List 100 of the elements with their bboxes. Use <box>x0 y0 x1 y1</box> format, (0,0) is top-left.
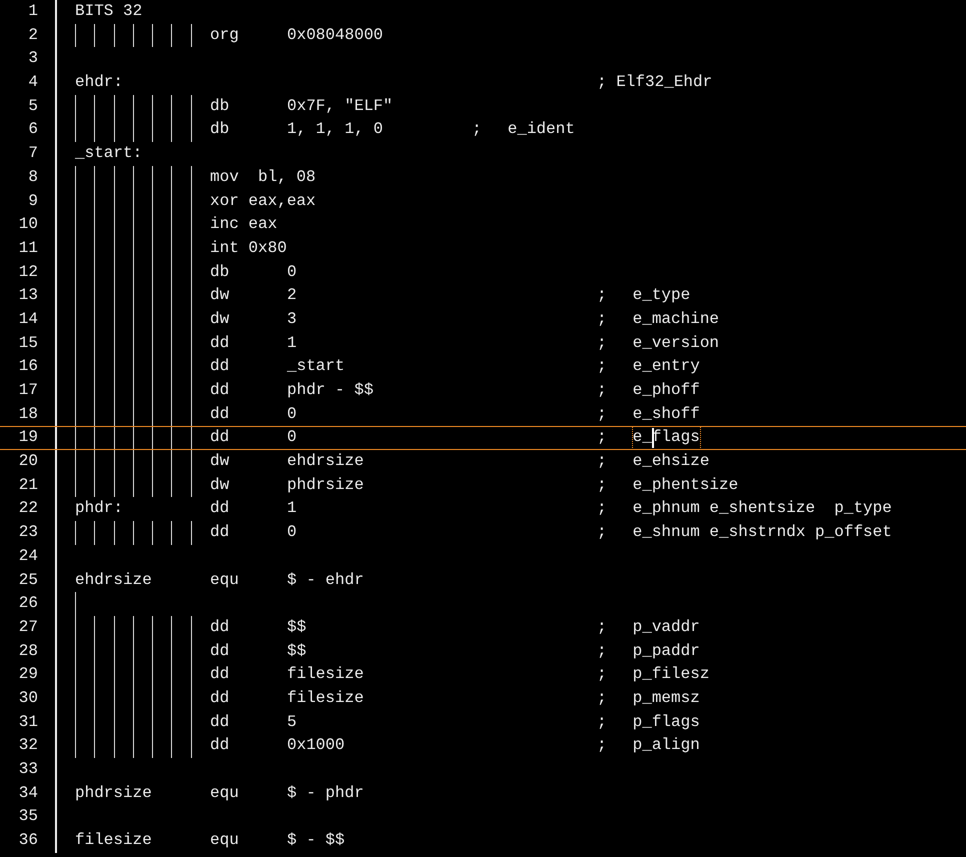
code-operand: 5 <box>287 712 297 731</box>
line-number: 10 <box>18 215 38 234</box>
comment-mark: ; <box>597 404 607 425</box>
code-instruction: org <box>210 26 239 44</box>
comment-mark: ; <box>597 285 607 306</box>
indent-guide <box>75 521 76 545</box>
code-comment: e_shoff <box>632 404 700 425</box>
indent-guide <box>152 24 154 48</box>
line-number: 35 <box>18 807 38 826</box>
line-number: 20 <box>18 452 38 470</box>
code-label: phdr: <box>75 499 124 518</box>
code-comment: e_entry <box>632 356 700 378</box>
code-operand: _start <box>287 357 345 376</box>
line-number: 28 <box>18 642 38 660</box>
code-comment: e_shnum e_shstrndx p_offset <box>632 522 892 544</box>
line-number: 30 <box>18 688 38 707</box>
line-number: 29 <box>18 665 38 684</box>
line-number: 6 <box>28 120 38 138</box>
comment-mark: ; <box>597 664 607 686</box>
code-operand: $$ <box>287 618 306 636</box>
indent-guide <box>132 24 134 48</box>
comment-mark: ; <box>472 119 482 140</box>
code-instruction: dd <box>210 665 230 684</box>
code-operand: phdr - $$ <box>287 381 374 399</box>
code-comment: p_memsz <box>632 688 700 709</box>
code-operand: 0x7F, "ELF" <box>287 96 393 115</box>
line-number: 11 <box>18 238 38 257</box>
code-instruction: dd <box>210 499 230 518</box>
line-number: 32 <box>18 736 38 754</box>
code-operand: filesize <box>287 688 364 707</box>
indent-guide <box>114 24 115 48</box>
code-instruction: dd <box>210 428 230 446</box>
indent-guide <box>132 521 134 545</box>
comment-mark: ; <box>597 308 607 330</box>
line-number: 25 <box>18 570 38 588</box>
code-instruction: dw <box>210 286 230 304</box>
code-comment: e_type <box>632 285 690 306</box>
indent-guide <box>171 521 172 545</box>
line-number: 34 <box>18 784 38 802</box>
code-instruction: dd <box>210 618 230 636</box>
indent-guide <box>114 521 115 545</box>
line-number: 14 <box>18 310 38 328</box>
code-operand: 0x08048000 <box>287 26 384 44</box>
indent-guide <box>75 24 76 48</box>
line-number: 23 <box>18 523 38 542</box>
indent-guide <box>94 24 96 48</box>
code-operand: 0 <box>287 262 297 281</box>
comment-mark: ; <box>597 380 607 401</box>
line-number: 18 <box>18 404 38 423</box>
code-operand: 3 <box>287 310 297 328</box>
comment-mark: ; <box>597 451 607 472</box>
line-number: 19 <box>18 428 38 446</box>
code-instruction: dd <box>210 688 230 707</box>
line-number: 24 <box>18 546 38 565</box>
code-instruction: dd <box>210 712 230 731</box>
code-operand: 1 <box>287 499 297 518</box>
indent-guide <box>171 24 172 48</box>
code-operand: 1 <box>287 334 297 352</box>
comment-mark: ; <box>597 640 607 662</box>
code-instruction: xor eax,eax <box>210 192 316 210</box>
comment-mark: ; <box>597 712 607 733</box>
indent-guide <box>94 521 96 545</box>
code-instruction: dd <box>210 404 230 423</box>
code-instruction: int 0x80 <box>210 238 287 257</box>
code-instruction: dd <box>210 736 230 754</box>
code-comment: e_phentsize <box>632 474 738 496</box>
code-label: ehdrsize <box>75 570 152 588</box>
code-comment: p_align <box>632 735 700 756</box>
line-number: 36 <box>18 831 38 850</box>
line-number: 17 <box>18 381 38 399</box>
code-instruction: dw <box>210 476 230 494</box>
line-number: 26 <box>18 594 38 612</box>
comment-mark: ; <box>597 616 607 638</box>
code-operand: ehdrsize <box>287 452 364 470</box>
comment-mark: ; <box>597 735 607 756</box>
code-label: _start: <box>75 144 142 162</box>
line-number: 5 <box>28 96 38 115</box>
comment-mark: ; <box>597 498 607 520</box>
code-operand: $$ <box>287 642 306 660</box>
code-instruction: equ <box>210 784 239 802</box>
code-instruction: dd <box>210 642 230 660</box>
code-operand: 0 <box>287 404 297 423</box>
code-operand: 2 <box>287 286 297 304</box>
code-comment: e_machine <box>632 308 720 330</box>
line-number: 12 <box>18 262 38 281</box>
code-instruction: db <box>210 96 230 115</box>
line-number: 2 <box>28 26 38 44</box>
line-number: 13 <box>18 286 38 304</box>
line-number: 3 <box>28 49 38 68</box>
code-operand: filesize <box>287 665 364 684</box>
code-instruction: dd <box>210 357 230 376</box>
comment-mark: ; <box>597 427 607 448</box>
line-number: 4 <box>28 73 38 92</box>
code-comment: e_phoff <box>632 380 700 401</box>
code-instruction: equ <box>210 831 239 850</box>
code-instruction: dd <box>210 523 230 542</box>
line-number: 15 <box>18 334 38 352</box>
code-instruction: dd <box>210 381 230 399</box>
code-comment: p_filesz <box>632 664 710 686</box>
code-comment: e_version <box>632 332 720 354</box>
